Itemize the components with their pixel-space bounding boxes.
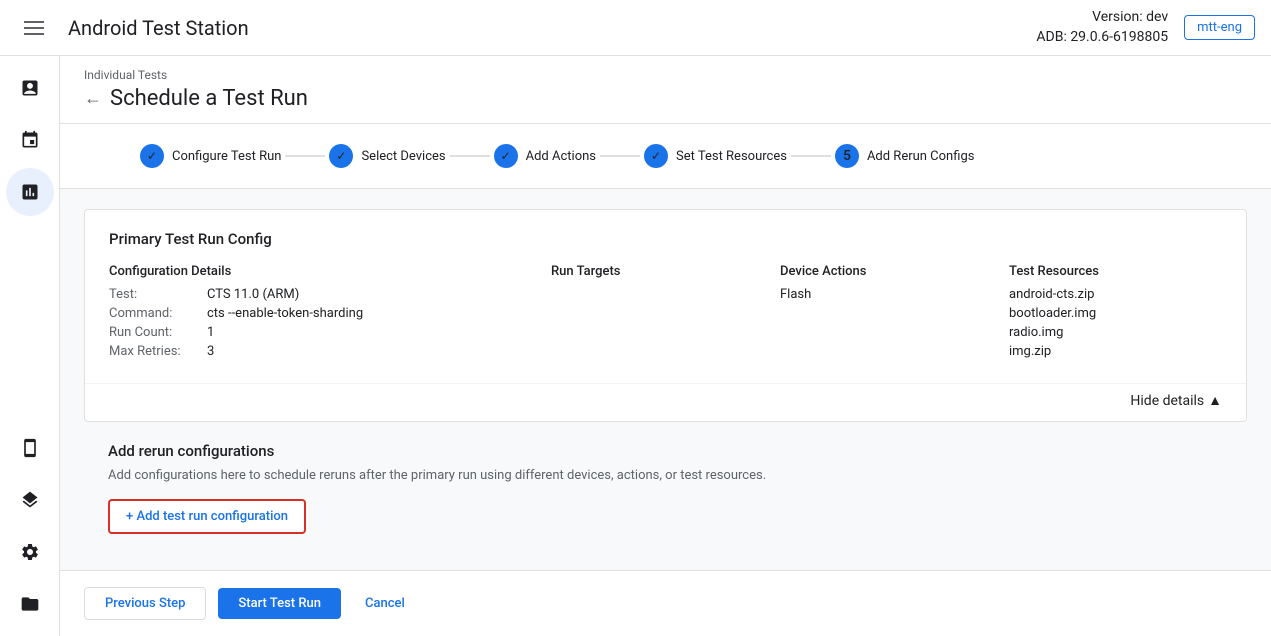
cancel-button[interactable]: Cancel	[353, 588, 417, 619]
page-header: Individual Tests ← Schedule a Test Run	[60, 56, 1271, 124]
test-value: CTS 11.0 (ARM)	[207, 287, 299, 302]
sidebar-item-device[interactable]	[6, 424, 54, 472]
primary-config-title: Primary Test Run Config	[109, 230, 1222, 248]
footer-actions: Previous Step Start Test Run Cancel	[60, 570, 1271, 636]
header-right: Version: dev ADB: 29.0.6-6198805 mtt-eng	[1036, 8, 1255, 47]
step-3-label: Add Actions	[526, 149, 596, 164]
config-row-command: Command: cts --enable-token-sharding	[109, 306, 535, 321]
step-1: ✓ Configure Test Run	[140, 144, 281, 168]
breadcrumb: Individual Tests	[84, 68, 1247, 82]
config-details-col: Configuration Details Test: CTS 11.0 (AR…	[109, 264, 535, 363]
runcount-label: Run Count:	[109, 325, 199, 340]
add-config-button[interactable]: + Add test run configuration	[108, 499, 306, 534]
step-1-icon: ✓	[140, 144, 164, 168]
test-resource-3: img.zip	[1009, 344, 1222, 359]
run-targets-col: Run Targets	[551, 264, 764, 363]
run-targets-header: Run Targets	[551, 264, 764, 279]
step-3-icon: ✓	[494, 144, 518, 168]
hamburger-menu-icon[interactable]	[16, 13, 52, 43]
device-actions-col: Device Actions Flash	[780, 264, 993, 363]
step-4: ✓ Set Test Resources	[644, 144, 787, 168]
command-label: Command:	[109, 306, 199, 321]
step-connector-3	[600, 155, 640, 157]
main-layout: Individual Tests ← Schedule a Test Run ✓…	[0, 56, 1271, 636]
back-button[interactable]: ←	[84, 88, 102, 109]
step-3: ✓ Add Actions	[494, 144, 596, 168]
hide-details-link[interactable]: Hide details ▲	[1130, 392, 1222, 409]
test-resources-col: Test Resources android-cts.zip bootloade…	[1009, 264, 1222, 363]
step-2-label: Select Devices	[361, 149, 445, 164]
step-5: 5 Add Rerun Configs	[835, 144, 975, 168]
env-badge[interactable]: mtt-eng	[1184, 15, 1255, 40]
sidebar-item-layers[interactable]	[6, 476, 54, 524]
step-5-label: Add Rerun Configs	[867, 149, 975, 164]
step-connector-2	[450, 155, 490, 157]
chevron-up-icon: ▲	[1208, 392, 1222, 409]
command-value: cts --enable-token-sharding	[207, 306, 363, 321]
hide-details-label: Hide details	[1130, 393, 1204, 409]
sidebar	[0, 56, 60, 636]
test-resource-2: radio.img	[1009, 325, 1222, 340]
step-connector-4	[791, 155, 831, 157]
rerun-description: Add configurations here to schedule reru…	[108, 468, 1223, 483]
hide-details-row: Hide details ▲	[85, 383, 1246, 421]
page-title-row: ← Schedule a Test Run	[84, 86, 1247, 123]
test-resources-header: Test Resources	[1009, 264, 1222, 279]
step-4-icon: ✓	[644, 144, 668, 168]
content-body: Primary Test Run Config Configuration De…	[60, 189, 1271, 554]
device-action-flash: Flash	[780, 287, 993, 302]
config-row-runcount: Run Count: 1	[109, 325, 535, 340]
sidebar-item-analytics[interactable]	[6, 168, 54, 216]
rerun-section: Add rerun configurations Add configurati…	[84, 442, 1247, 534]
runcount-value: 1	[207, 325, 214, 340]
primary-config-card: Primary Test Run Config Configuration De…	[84, 209, 1247, 422]
previous-step-button[interactable]: Previous Step	[84, 587, 206, 620]
maxretries-label: Max Retries:	[109, 344, 199, 359]
content-area: Primary Test Run Config Configuration De…	[60, 189, 1271, 570]
step-connector-1	[285, 155, 325, 157]
sidebar-item-tests[interactable]	[6, 64, 54, 112]
config-row-test: Test: CTS 11.0 (ARM)	[109, 287, 535, 302]
sidebar-item-settings[interactable]	[6, 528, 54, 576]
start-test-run-button[interactable]: Start Test Run	[218, 588, 341, 619]
test-resource-1: bootloader.img	[1009, 306, 1222, 321]
step-2-icon: ✓	[329, 144, 353, 168]
maxretries-value: 3	[207, 344, 214, 359]
test-resource-0: android-cts.zip	[1009, 287, 1222, 302]
top-header: Android Test Station Version: dev ADB: 2…	[0, 0, 1271, 56]
right-panel: Individual Tests ← Schedule a Test Run ✓…	[60, 56, 1271, 636]
config-details-header: Configuration Details	[109, 264, 535, 279]
step-4-label: Set Test Resources	[676, 149, 787, 164]
step-5-icon: 5	[835, 144, 859, 168]
rerun-title: Add rerun configurations	[108, 442, 1223, 460]
page-title: Schedule a Test Run	[110, 86, 308, 111]
config-row-maxretries: Max Retries: 3	[109, 344, 535, 359]
step-2: ✓ Select Devices	[329, 144, 445, 168]
card-inner: Primary Test Run Config Configuration De…	[85, 210, 1246, 383]
test-label: Test:	[109, 287, 199, 302]
device-actions-header: Device Actions	[780, 264, 993, 279]
app-title: Android Test Station	[68, 16, 249, 40]
stepper: ✓ Configure Test Run ✓ Select Devices ✓ …	[60, 124, 1271, 189]
version-info: Version: dev ADB: 29.0.6-6198805	[1036, 8, 1168, 47]
sidebar-item-folder[interactable]	[6, 580, 54, 628]
sidebar-item-calendar[interactable]	[6, 116, 54, 164]
step-1-label: Configure Test Run	[172, 149, 281, 164]
header-left: Android Test Station	[16, 13, 249, 43]
config-columns: Configuration Details Test: CTS 11.0 (AR…	[109, 264, 1222, 363]
